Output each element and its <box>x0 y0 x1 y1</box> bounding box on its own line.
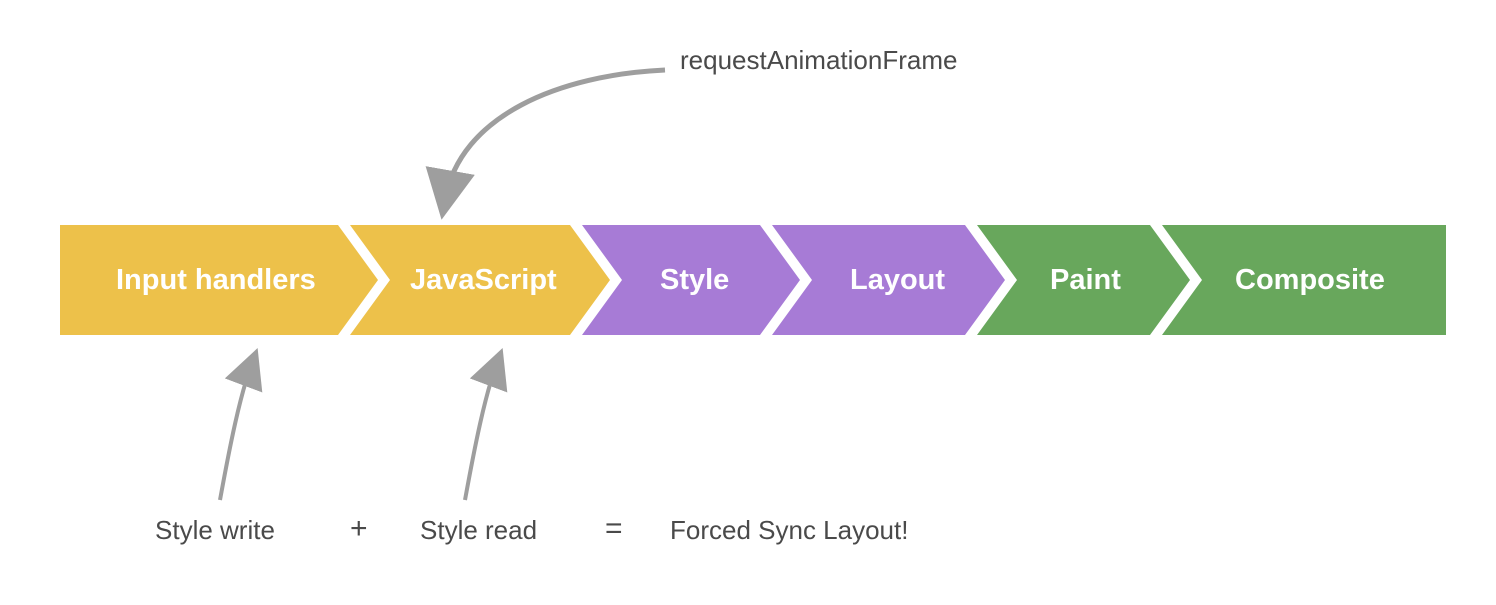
arrow-style-write-icon <box>200 355 300 505</box>
stage-javascript-label: JavaScript <box>410 264 557 297</box>
stage-style-label: Style <box>660 264 729 297</box>
arrow-raf-icon <box>430 60 690 220</box>
stage-layout-label: Layout <box>850 264 945 297</box>
arrow-style-read-icon <box>445 355 545 505</box>
annotation-fsl: Forced Sync Layout! <box>670 515 908 546</box>
annotation-raf: requestAnimationFrame <box>680 45 957 76</box>
stage-input-handlers-label: Input handlers <box>116 264 316 297</box>
annotation-style-read: Style read <box>420 515 537 546</box>
stage-composite-label: Composite <box>1235 264 1385 297</box>
operator-plus: + <box>350 512 368 546</box>
operator-equals: = <box>605 512 623 546</box>
stage-paint-label: Paint <box>1050 264 1121 297</box>
annotation-style-write: Style write <box>155 515 275 546</box>
